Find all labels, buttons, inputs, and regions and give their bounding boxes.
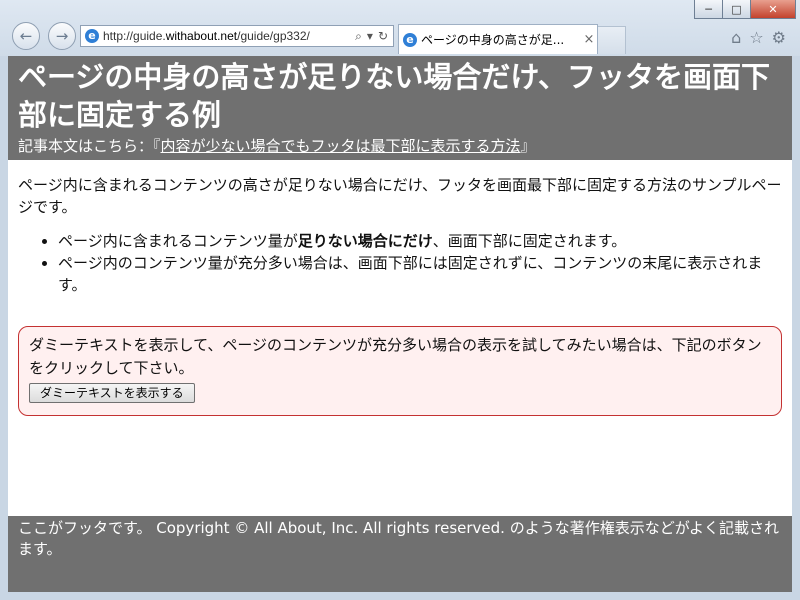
list-item-text-after: 、画面下部に固定されます。 — [432, 232, 627, 250]
window-frame-left — [0, 56, 8, 600]
minimize-button[interactable]: ─ — [694, 0, 723, 19]
back-arrow-icon: ← — [19, 27, 33, 45]
toolbar-right: ⌂ ☆ ⚙ — [731, 28, 786, 47]
page-title: ページの中身の高さが足りない場合だけ、フッタを画面下部に固定する例 — [18, 60, 770, 132]
window-frame-right — [792, 56, 800, 600]
home-icon[interactable]: ⌂ — [731, 28, 741, 47]
address-url[interactable]: http://guide.withabout.net/guide/gp332/ — [103, 29, 350, 43]
list-item: ページ内のコンテンツ量が充分多い場合は、画面下部には固定されずに、コンテンツの末… — [58, 252, 782, 296]
refresh-icon[interactable]: ↻ — [378, 29, 388, 44]
address-bar[interactable]: e http://guide.withabout.net/guide/gp332… — [80, 25, 394, 47]
article-prefix: 記事本文はこちら：『 — [18, 137, 161, 155]
main-content: ページ内に含まれるコンテンツの高さが足りない場合にだけ、フッタを画面最下部に固定… — [18, 174, 782, 296]
page-header: ページの中身の高さが足りない場合だけ、フッタを画面下部に固定する例 記事本文はこ… — [8, 56, 792, 160]
notice-text: ダミーテキストを表示して、ページのコンテンツが充分多い場合の表示を試してみたい場… — [29, 336, 762, 377]
list-item-text-before: ページ内に含まれるコンテンツ量が — [58, 232, 298, 250]
dropdown-icon[interactable]: ▾ — [367, 29, 373, 44]
back-button[interactable]: ← — [12, 22, 40, 50]
url-path: /guide/gp332/ — [237, 29, 310, 43]
browser-tab-active[interactable]: e ページの中身の高さが足... × — [398, 24, 598, 54]
dummy-text-notice: ダミーテキストを表示して、ページのコンテンツが充分多い場合の表示を試してみたい場… — [18, 326, 782, 416]
show-dummy-text-button[interactable]: ダミーテキストを表示する — [29, 383, 195, 403]
url-prefix: http://guide. — [103, 29, 166, 43]
window-controls: ─ □ ✕ — [694, 0, 796, 19]
list-item-bold: 足りない場合にだけ — [297, 232, 433, 250]
favorites-icon[interactable]: ☆ — [749, 28, 763, 47]
tab-ie-icon: e — [403, 32, 417, 47]
address-tools: ⌕ ▾ ↻ — [350, 29, 393, 44]
article-link[interactable]: 内容が少ない場合でもフッタは最下部に表示する方法 — [161, 137, 521, 155]
tab-title: ページの中身の高さが足... — [421, 33, 565, 47]
forward-button[interactable]: → — [48, 22, 76, 50]
list-item: ページ内に含まれるコンテンツ量が足りない場合にだけ、画面下部に固定されます。 — [58, 230, 782, 252]
page-viewport: ページの中身の高さが足りない場合だけ、フッタを画面下部に固定する例 記事本文はこ… — [8, 56, 792, 592]
window-frame-bottom — [0, 592, 800, 600]
search-icon[interactable]: ⌕ — [355, 29, 362, 44]
maximize-button[interactable]: □ — [723, 0, 751, 19]
article-suffix: 』 — [520, 137, 536, 155]
article-reference: 記事本文はこちら：『内容が少ない場合でもフッタは最下部に表示する方法』 — [18, 136, 536, 156]
tab-close-icon[interactable]: × — [581, 32, 597, 47]
footer-text: ここがフッタです。 Copyright © All About, Inc. Al… — [18, 519, 779, 558]
browser-chrome: ─ □ ✕ ← → e http://guide.withabout.net/g… — [0, 0, 800, 57]
new-tab-button[interactable] — [598, 26, 626, 54]
page-footer: ここがフッタです。 Copyright © All About, Inc. Al… — [8, 516, 792, 592]
intro-text: ページ内に含まれるコンテンツの高さが足りない場合にだけ、フッタを画面最下部に固定… — [18, 176, 782, 216]
url-domain: withabout.net — [165, 29, 238, 43]
forward-arrow-icon: → — [55, 27, 69, 45]
feature-list: ページ内に含まれるコンテンツ量が足りない場合にだけ、画面下部に固定されます。 ペ… — [18, 230, 782, 296]
settings-gear-icon[interactable]: ⚙ — [772, 28, 786, 47]
ie-logo-icon: e — [85, 29, 99, 43]
close-window-button[interactable]: ✕ — [751, 0, 796, 19]
